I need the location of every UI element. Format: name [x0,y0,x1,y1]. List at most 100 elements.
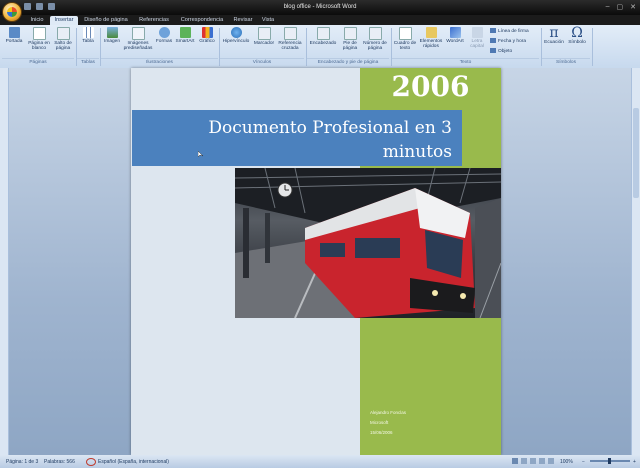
quick-parts-icon [425,27,437,38]
scrollbar-thumb[interactable] [633,108,639,198]
outline-icon[interactable] [539,458,545,464]
status-bar: Página: 1 de 3 Palabras: 566 Español (Es… [0,455,640,468]
mouse-cursor-icon [198,151,204,157]
letra-capital-button[interactable]: Letra capital [466,27,488,60]
footer-icon [343,27,357,40]
salto-de-pagina-button[interactable]: Salto de página [52,27,74,60]
text-box-icon [398,27,412,40]
ribbon-separator [592,28,593,66]
header-icon [316,27,330,40]
group-label-ilustraciones: Ilustraciones [101,58,218,67]
ecuacion-button[interactable]: π Ecuación [543,25,565,60]
tab-inicio[interactable]: Inicio [26,16,48,25]
group-label-vinculos: Vínculos [220,58,304,67]
page-break-icon [56,27,70,40]
tab-revisar[interactable]: Revisar [230,16,256,25]
group-label-tablas: Tablas [77,58,99,67]
table-icon [82,27,94,38]
author-name[interactable]: Alejandro Fonclas [370,410,406,415]
office-button[interactable] [2,2,22,22]
blank-page-icon [32,27,46,40]
close-icon[interactable]: ✕ [630,3,636,11]
vertical-scrollbar[interactable] [631,68,640,455]
zoom-slider[interactable] [590,458,630,464]
tab-diseno-de-pagina[interactable]: Diseño de página [80,16,132,25]
chart-icon [201,27,213,38]
marcador-button[interactable]: Marcador [252,27,276,60]
page-number-icon [368,27,382,40]
page-count[interactable]: Página: 1 de 3 [6,459,38,465]
web-layout-icon[interactable] [530,458,536,464]
zoom-in-icon[interactable]: + [633,459,636,465]
word-count[interactable]: Palabras: 566 [44,459,75,465]
document-title[interactable]: Documento Profesional en 3 minutos [152,116,452,164]
smartart-button[interactable]: SmartArt [174,27,196,60]
bookmark-icon [257,27,271,40]
clip-art-icon [131,27,145,40]
pie-de-pagina-button[interactable]: Pie de página [339,27,361,60]
train-photo[interactable] [235,168,501,318]
numero-de-pagina-button[interactable]: Número de página [362,27,388,60]
cross-reference-icon [283,27,297,40]
window-title: blog office - Microsoft Word [283,4,357,10]
fecha-y-hora-button[interactable]: Fecha y hora [490,38,526,44]
tab-vista[interactable]: Vista [258,16,278,25]
document-year[interactable]: 2006 [360,70,501,103]
group-label-texto: Texto [392,58,539,67]
formas-button[interactable]: Formas [155,27,173,60]
zoom-level[interactable]: 100% [560,459,573,465]
linea-de-firma-button[interactable]: Línea de firma [490,28,529,34]
tab-correspondencia[interactable]: Correspondencia [176,16,228,25]
print-layout-icon[interactable] [512,458,518,464]
document-workspace: 2006 Documento Profesional en 3 minutos [0,68,640,455]
smartart-icon [179,27,191,38]
ribbon-tabs: Inicio Insertar Diseño de página Referen… [0,15,640,25]
company-name[interactable]: Microsoft [370,420,388,425]
signature-line-icon [490,28,496,33]
hyperlink-icon [230,27,242,38]
pi-icon: π [549,25,559,41]
tab-insertar[interactable]: Insertar [50,16,78,25]
maximize-icon[interactable]: ▢ [617,3,624,11]
hipervinculo-button[interactable]: Hipervínculo [221,27,251,60]
pagina-en-blanco-button[interactable]: Página en blanco [27,27,51,60]
imagenes-predisenadas-button[interactable]: Imágenes prediseñadas [123,27,153,60]
train-image [235,168,501,318]
ribbon: Portada Página en blanco Salto de página… [0,25,640,69]
draft-icon[interactable] [548,458,554,464]
referencia-cruzada-button[interactable]: Referencia cruzada [277,27,303,60]
drop-cap-icon [471,27,483,38]
encabezado-button[interactable]: Encabezado [308,27,338,60]
zoom-slider-handle[interactable] [608,458,611,464]
title-box[interactable]: Documento Profesional en 3 minutos [132,110,462,166]
cover-page-icon [8,27,20,38]
wordart-button[interactable]: WordArt [445,27,465,60]
omega-icon: Ω [571,25,583,41]
document-date[interactable]: 15/06/2006 [370,430,393,435]
cuadro-de-texto-button[interactable]: Cuadro de texto [393,27,417,60]
window-controls: – ▢ ✕ [606,3,636,11]
title-bar: blog office - Microsoft Word – ▢ ✕ [0,0,640,15]
full-screen-reading-icon[interactable] [521,458,527,464]
proofing-icon[interactable] [86,458,96,466]
group-label-simbolos: Símbolos [542,58,590,67]
picture-icon [106,27,118,38]
objeto-button[interactable]: Objeto [490,48,512,54]
group-label-paginas: Páginas [2,58,74,67]
office-logo-icon [7,7,17,17]
wordart-icon [449,27,461,38]
simbolo-button[interactable]: Ω Símbolo [566,25,588,60]
document-page[interactable]: 2006 Documento Profesional en 3 minutos [131,68,501,455]
group-label-encabezado: Encabezado y pie de página [307,58,389,67]
elementos-rapidos-button[interactable]: Elementos rápidos [418,27,444,60]
grafico-button[interactable]: Gráfico [197,27,217,60]
tab-referencias[interactable]: Referencias [134,16,174,25]
language-status[interactable]: Español (España, internacional) [98,459,169,465]
zoom-out-icon[interactable]: − [582,459,585,465]
minimize-icon[interactable]: – [606,3,610,11]
vertical-ruler [0,68,9,455]
imagen-button[interactable]: Imagen [102,27,122,60]
portada-button[interactable]: Portada [3,27,25,60]
shapes-icon [158,27,170,38]
tabla-button[interactable]: Tabla [78,27,98,60]
